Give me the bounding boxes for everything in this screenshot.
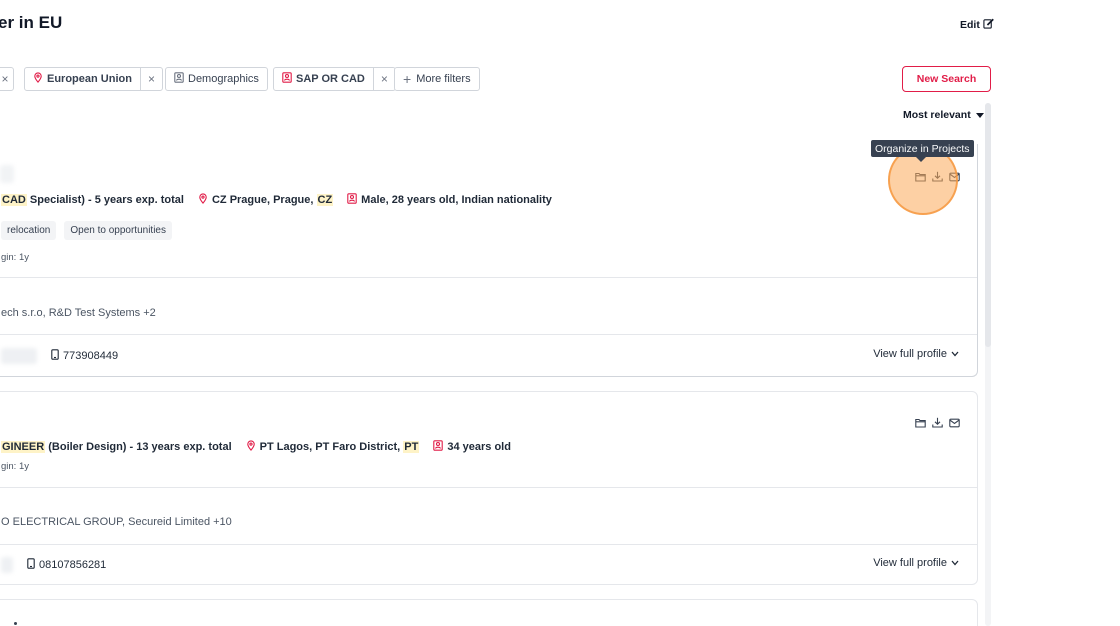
candidate-meta-row: GINEER (Boiler Design) - 13 years exp. t… xyxy=(1,440,525,454)
candidate-actions xyxy=(915,417,960,428)
chevron-down-icon xyxy=(951,348,959,360)
candidate-location: CZ Prague, Prague, CZ xyxy=(198,193,334,207)
filter-chip-demographics-label: Demographics xyxy=(188,73,259,85)
card-divider xyxy=(0,544,977,545)
person-card-icon xyxy=(347,193,357,207)
candidate-contact-row: 773908449 xyxy=(1,348,118,364)
view-full-profile-label: View full profile xyxy=(873,557,947,569)
phone-number-text: 773908449 xyxy=(63,350,119,362)
edit-icon xyxy=(983,18,994,32)
map-pin-icon xyxy=(198,193,208,207)
sort-dropdown[interactable]: Most relevant xyxy=(903,109,984,121)
folder-icon[interactable] xyxy=(915,417,926,428)
demographics-text: 34 years old xyxy=(447,441,511,453)
candidate-headline: CAD Specialist) - 5 years exp. total xyxy=(1,194,184,206)
scrollbar-thumb[interactable] xyxy=(985,103,991,347)
edit-label: Edit xyxy=(960,19,980,31)
tag-open-to-opportunities: Open to opportunities xyxy=(64,221,172,240)
candidate-demographics: Male, 28 years old, Indian nationality xyxy=(347,193,552,207)
candidate-companies: O ELECTRICAL GROUP, Secureid Limited +10 xyxy=(1,516,232,528)
page-title: er in EU xyxy=(0,13,63,32)
filter-chip-demographics[interactable]: Demographics xyxy=(165,67,268,91)
headline-highlight: GINEER xyxy=(1,441,46,453)
remove-keywords-filter-button[interactable]: × xyxy=(372,68,395,90)
caret-down-icon xyxy=(975,109,984,121)
headline-text: (Boiler Design) - 13 years exp. total xyxy=(45,441,232,453)
blurred-contact xyxy=(1,348,37,364)
remove-location-filter-button[interactable]: × xyxy=(139,68,162,90)
last-login: gin: 1y xyxy=(1,252,29,263)
person-card-icon xyxy=(433,440,444,454)
candidate-headline: GINEER (Boiler Design) - 13 years exp. t… xyxy=(1,441,232,453)
headline-text: Specialist) - 5 years exp. total xyxy=(26,194,184,206)
map-pin-icon xyxy=(246,440,256,454)
mail-icon[interactable] xyxy=(949,171,960,182)
person-card-icon xyxy=(174,72,184,86)
view-full-profile-button[interactable]: View full profile xyxy=(873,557,959,569)
candidate-meta-row: CAD Specialist) - 5 years exp. total CZ … xyxy=(1,193,566,207)
candidate-contact-row: 08107856281 xyxy=(1,557,106,573)
phone-number-text: 08107856281 xyxy=(39,559,107,571)
blurred-contact xyxy=(1,557,13,573)
filter-chip-location-label: European Union xyxy=(47,73,132,85)
remove-filter-button[interactable]: × xyxy=(0,68,13,90)
tooltip-arrow xyxy=(916,157,926,162)
tooltip: Organize in Projects xyxy=(871,140,974,157)
view-full-profile-label: View full profile xyxy=(873,348,947,360)
location-text: PT Lagos, PT Faro District, xyxy=(259,441,404,453)
last-login: gin: 1y xyxy=(1,461,29,472)
card-divider xyxy=(0,487,977,488)
location-text: CZ Prague, Prague, xyxy=(211,194,317,206)
candidate-companies: ech s.r.o, R&D Test Systems +2 xyxy=(1,307,156,319)
phone-icon xyxy=(27,558,35,572)
candidate-actions xyxy=(915,171,960,182)
more-filters-button[interactable]: + More filters xyxy=(394,67,480,91)
filter-chip-partial[interactable]: × xyxy=(0,67,14,91)
chevron-down-icon xyxy=(951,557,959,569)
candidate-card: CAD Specialist) - 5 years exp. total CZ … xyxy=(0,144,978,377)
location-highlight: PT xyxy=(403,441,420,453)
phone-number[interactable]: 773908449 xyxy=(51,349,118,363)
candidate-card: GINEER (Boiler Design) - 13 years exp. t… xyxy=(0,391,978,585)
sort-label: Most relevant xyxy=(903,109,971,121)
candidate-demographics: 34 years old xyxy=(433,440,511,454)
filter-chip-keywords-label: SAP OR CAD xyxy=(296,73,365,85)
map-pin-icon xyxy=(33,72,43,86)
mail-icon[interactable] xyxy=(949,417,960,428)
more-filters-label: More filters xyxy=(416,73,471,85)
plus-icon: + xyxy=(403,71,412,87)
avatar xyxy=(0,165,14,183)
view-full-profile-button[interactable]: View full profile xyxy=(873,348,959,360)
filter-chip-location[interactable]: European Union × xyxy=(24,67,163,91)
download-icon[interactable] xyxy=(932,417,943,428)
candidate-tags: relocation Open to opportunities xyxy=(1,221,180,240)
tag-relocation: relocation xyxy=(1,221,57,240)
phone-icon xyxy=(51,349,59,363)
folder-icon[interactable] xyxy=(915,171,926,182)
edit-button[interactable]: Edit xyxy=(960,18,994,32)
download-icon[interactable] xyxy=(932,171,943,182)
filter-chip-keywords[interactable]: SAP OR CAD × xyxy=(273,67,396,91)
demographics-text: Male, 28 years old, Indian nationality xyxy=(361,194,552,206)
candidate-location: PT Lagos, PT Faro District, PT xyxy=(246,440,420,454)
location-highlight: CZ xyxy=(316,194,334,206)
new-search-button[interactable]: New Search xyxy=(902,66,991,92)
phone-number[interactable]: 08107856281 xyxy=(27,558,106,572)
candidate-card xyxy=(0,599,978,626)
card-divider xyxy=(0,334,977,335)
person-card-icon xyxy=(282,72,292,86)
card-divider xyxy=(0,277,977,278)
headline-highlight: CAD xyxy=(1,194,27,206)
card-text-fragment xyxy=(14,622,17,625)
